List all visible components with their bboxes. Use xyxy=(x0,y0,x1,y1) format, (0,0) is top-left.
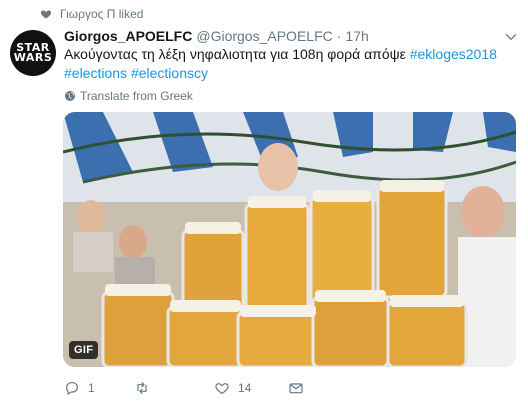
like-count: 14 xyxy=(238,381,252,395)
avatar[interactable]: STAR WARS xyxy=(10,30,56,76)
liked-by-text[interactable]: Γιωργος Π liked xyxy=(60,7,143,21)
globe-icon xyxy=(65,91,75,101)
tweet-header: Giorgos_APOELFC @Giorgos_APOELFC · 17h xyxy=(64,28,498,46)
tweet-actions: 1 14 xyxy=(64,378,304,398)
translate-label: Translate from Greek xyxy=(80,89,193,103)
gif-media[interactable]: GIF xyxy=(63,112,516,367)
hashtag-elections[interactable]: #elections xyxy=(64,65,127,81)
gif-image xyxy=(63,112,516,367)
reply-icon xyxy=(66,382,78,395)
reply-button[interactable]: 1 xyxy=(64,380,134,396)
like-button[interactable]: 14 xyxy=(214,380,288,396)
separator-dot: · xyxy=(336,28,342,44)
heart-icon xyxy=(40,10,52,19)
message-icon xyxy=(289,383,303,394)
avatar-logo: STAR WARS xyxy=(13,41,53,64)
retweet-icon xyxy=(137,382,147,394)
tweet-body: Ακούγοντας τη λέξη νηφαλιοτητα για 108η … xyxy=(64,46,410,62)
chevron-down-icon[interactable] xyxy=(504,30,518,44)
hashtag-ekloges2018[interactable]: #ekloges2018 xyxy=(410,46,497,62)
like-icon xyxy=(215,383,229,394)
timestamp[interactable]: 17h xyxy=(345,28,368,44)
user-handle[interactable]: @Giorgos_APOELFC xyxy=(196,28,332,44)
translate-link[interactable]: Translate from Greek xyxy=(64,88,193,104)
tweet-text: Ακούγοντας τη λέξη νηφαλιοτητα για 108η … xyxy=(64,45,518,83)
display-name[interactable]: Giorgos_APOELFC xyxy=(64,28,192,44)
social-context: Γιωργος Π liked xyxy=(40,6,143,22)
reply-count: 1 xyxy=(88,381,95,395)
hashtag-electionscy[interactable]: #electionscy xyxy=(131,65,208,81)
direct-message-button[interactable] xyxy=(288,380,304,396)
retweet-button[interactable] xyxy=(134,380,214,396)
gif-badge: GIF xyxy=(69,341,99,359)
